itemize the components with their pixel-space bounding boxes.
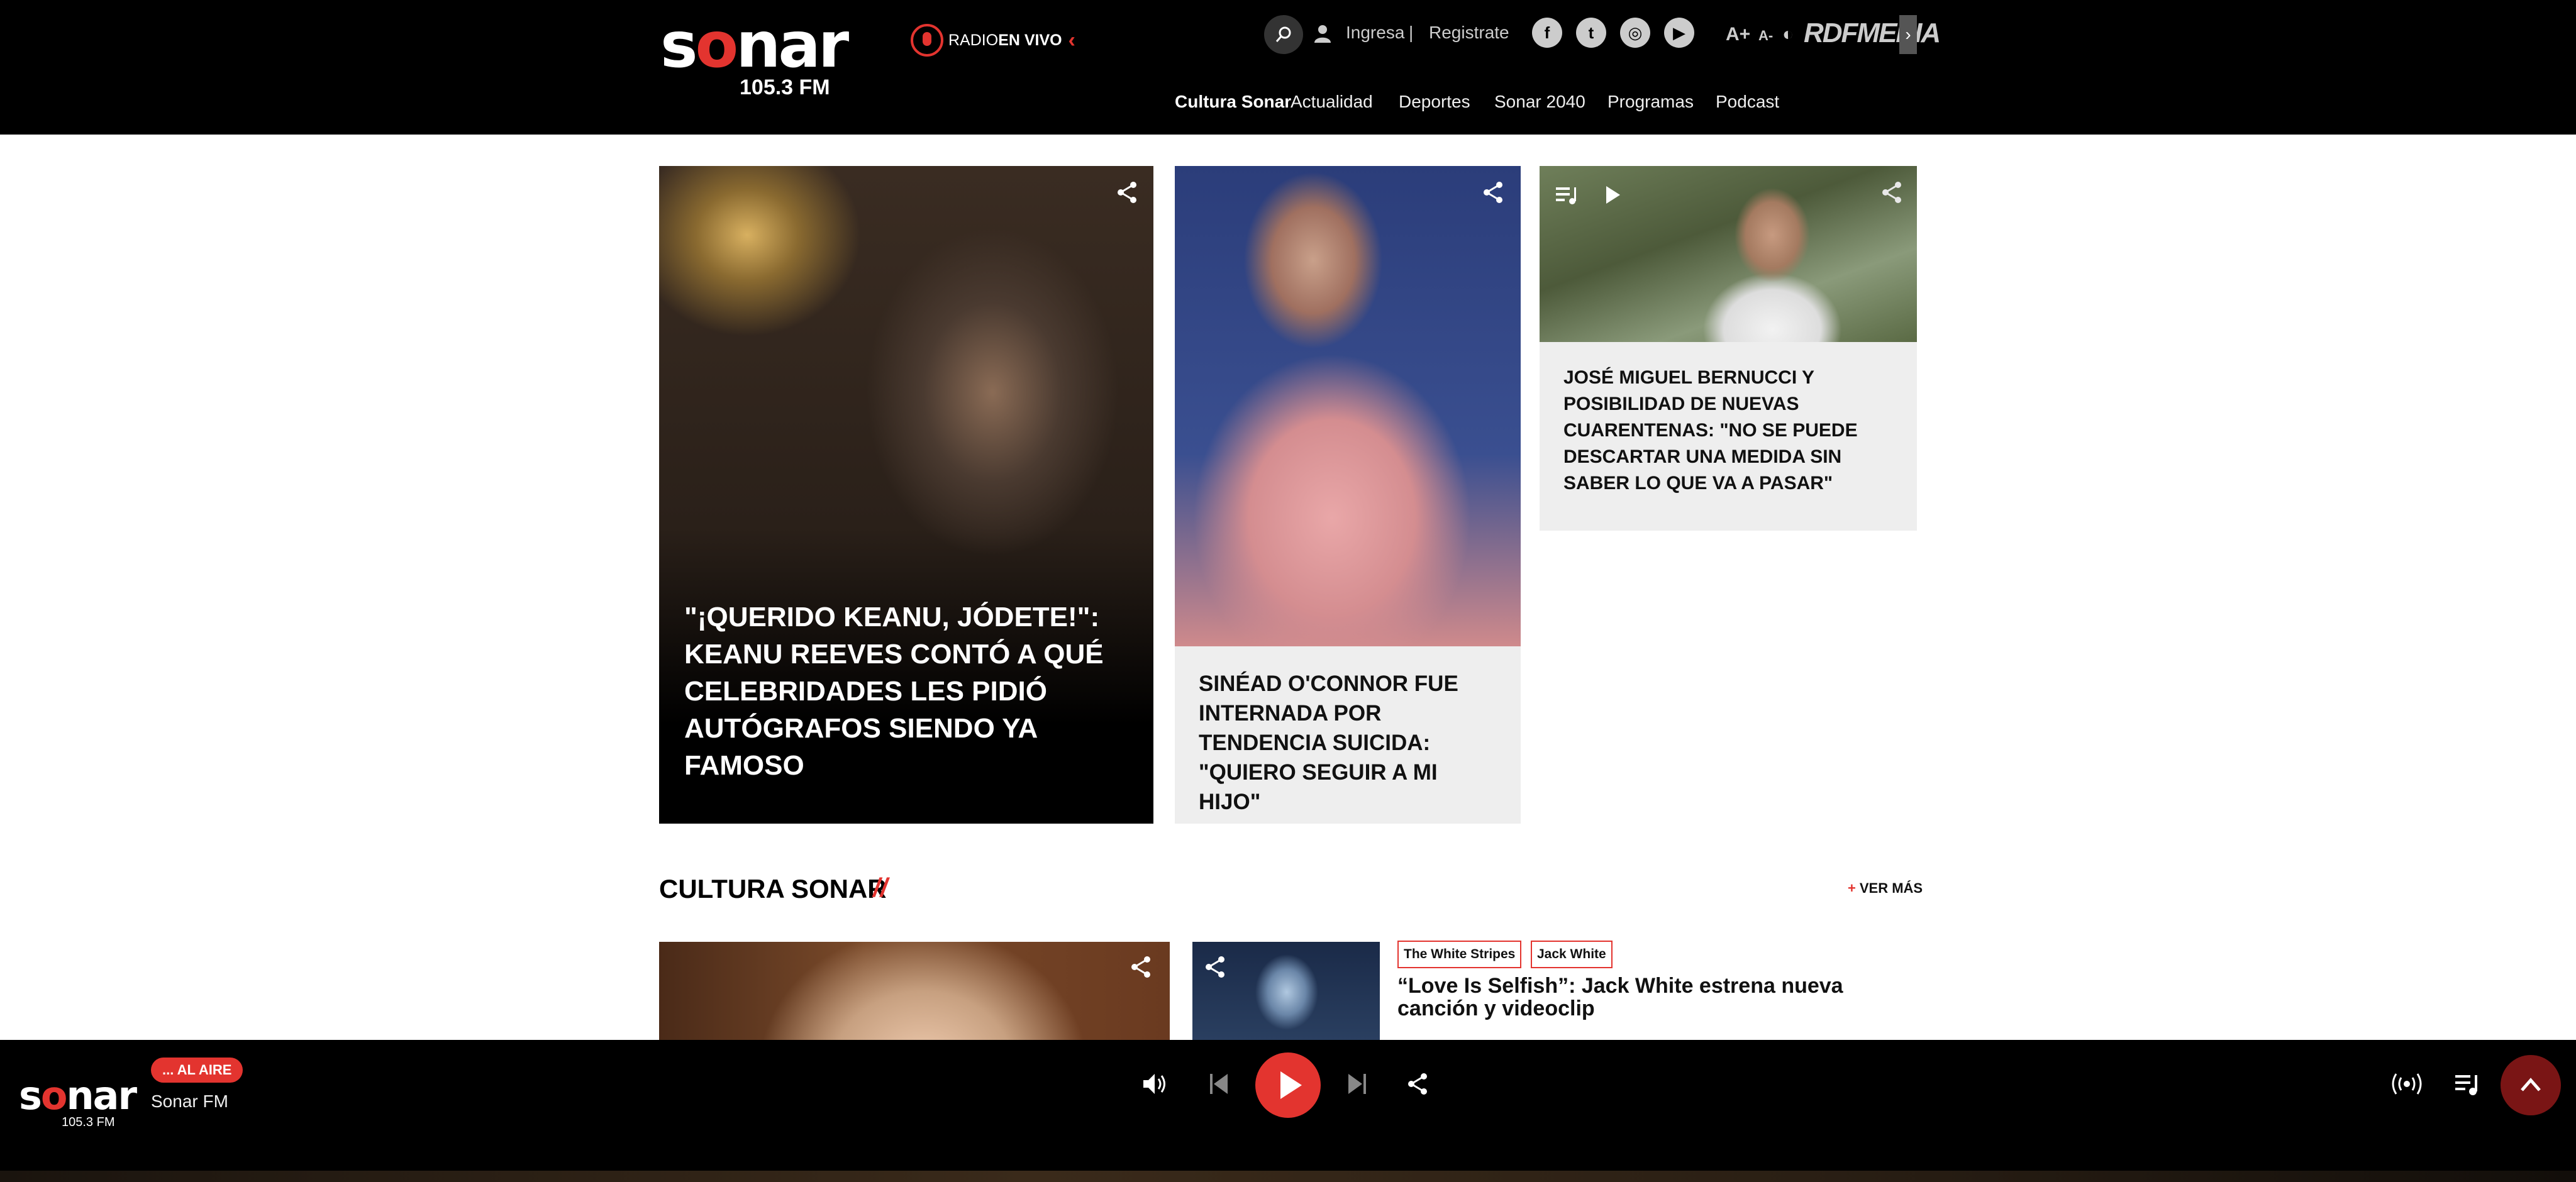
ver-mas-link[interactable]: + VER MÁS [1848,880,1923,897]
auth-separator: | [1409,23,1414,42]
facebook-icon[interactable]: f [1532,18,1562,48]
radio-en-vivo-link[interactable]: RADIOEN VIVO ‹ [911,24,1075,57]
youtube-icon[interactable]: ▶ [1664,18,1694,48]
radio-player-bar: sonar 105.3 FM ... AL AIRE Sonar FM [0,1040,2576,1182]
instagram-icon[interactable]: ◎ [1620,18,1650,48]
nav-programas[interactable]: Programas [1607,92,1694,112]
site-header: sonar 105.3 FM RADIOEN VIVO ‹ Ingresa | … [0,0,2576,135]
volume-icon[interactable] [1140,1069,1170,1099]
share-icon[interactable] [1114,180,1140,205]
section-card-image[interactable] [659,942,1170,1040]
microphone-icon [911,24,943,57]
tag-the-white-stripes[interactable]: The White Stripes [1397,941,1522,968]
chevron-right-icon[interactable]: › [1899,15,1917,54]
tag-jack-white[interactable]: Jack White [1531,941,1613,968]
play-icon[interactable] [1600,182,1625,207]
section-item-title[interactable]: “Love Is Selfish”: Jack White estrena nu… [1397,975,1875,1020]
search-button[interactable] [1264,15,1303,54]
player-logo[interactable]: sonar 105.3 FM [19,1073,137,1130]
article-image [1540,166,1917,342]
playlist-icon[interactable] [1553,182,1579,207]
player-logo-frequency: 105.3 FM [62,1115,115,1129]
user-icon [1314,25,1331,43]
sonar-logo[interactable]: sonar 105.3 FM [660,8,849,100]
contrast-icon[interactable]: ◐ [1782,24,1794,45]
featured-card-keanu[interactable]: "¡QUERIDO KEANU, JÓDETE!": KEANU REEVES … [659,166,1153,824]
chevron-up-icon [2521,1078,2541,1091]
twitter-icon[interactable]: t [1576,18,1606,48]
playlist-icon[interactable] [2453,1070,2480,1098]
register-link[interactable]: Registrate [1429,23,1509,43]
nav-deportes[interactable]: Deportes [1399,92,1470,112]
section-item-image[interactable] [1192,942,1380,1040]
font-increase-button[interactable]: A+ [1726,24,1750,45]
article-title[interactable]: "¡QUERIDO KEANU, JÓDETE!": KEANU REEVES … [684,599,1124,784]
share-icon[interactable] [1202,954,1228,980]
article-title[interactable]: JOSÉ MIGUEL BERNUCCI Y POSIBILIDAD DE NU… [1563,365,1878,497]
share-icon[interactable] [1480,180,1506,205]
logo-word: sonar [660,8,849,82]
share-icon[interactable] [1879,180,1904,205]
search-icon [1275,26,1291,42]
share-icon[interactable] [1405,1071,1430,1096]
featured-card-sinead[interactable]: SINÉAD O'CONNOR FUE INTERNADA POR TENDEN… [1175,166,1521,824]
section-title: CULTURA SONAR [659,874,887,903]
logo-frequency: 105.3 FM [740,75,830,99]
station-name: Sonar FM [151,1091,228,1111]
nav-sonar-2040[interactable]: Sonar 2040 [1494,92,1585,112]
previous-track-icon[interactable] [1206,1070,1231,1098]
nav-podcast[interactable]: Podcast [1716,92,1779,112]
signal-waves-icon: ‹ [1068,28,1075,52]
next-track-icon[interactable] [1345,1070,1370,1098]
background-strip [0,1171,2576,1182]
share-icon[interactable] [1128,954,1153,980]
rdf-media-logo[interactable]: RDFMEDIA [1804,18,1941,49]
login-link[interactable]: Ingresa [1346,23,1404,43]
scroll-to-top-button[interactable] [2501,1055,2561,1115]
article-image [1175,166,1521,646]
section-slash-decoration: // [873,873,888,902]
on-air-badge: ... AL AIRE [151,1058,243,1083]
player-logo-word: sonar [19,1073,137,1118]
nav-actualidad[interactable]: Actualidad [1291,92,1373,112]
article-title[interactable]: SINÉAD O'CONNOR FUE INTERNADA POR TENDEN… [1199,669,1501,817]
play-button[interactable] [1255,1052,1321,1118]
live-broadcast-icon[interactable] [2390,1071,2424,1096]
radio-live-label: RADIOEN VIVO [948,31,1062,49]
font-decrease-button[interactable]: A- [1758,28,1773,44]
featured-card-bernucci[interactable]: JOSÉ MIGUEL BERNUCCI Y POSIBILIDAD DE NU… [1540,166,1917,531]
nav-cultura-sonar[interactable]: Cultura Sonar [1175,92,1291,112]
